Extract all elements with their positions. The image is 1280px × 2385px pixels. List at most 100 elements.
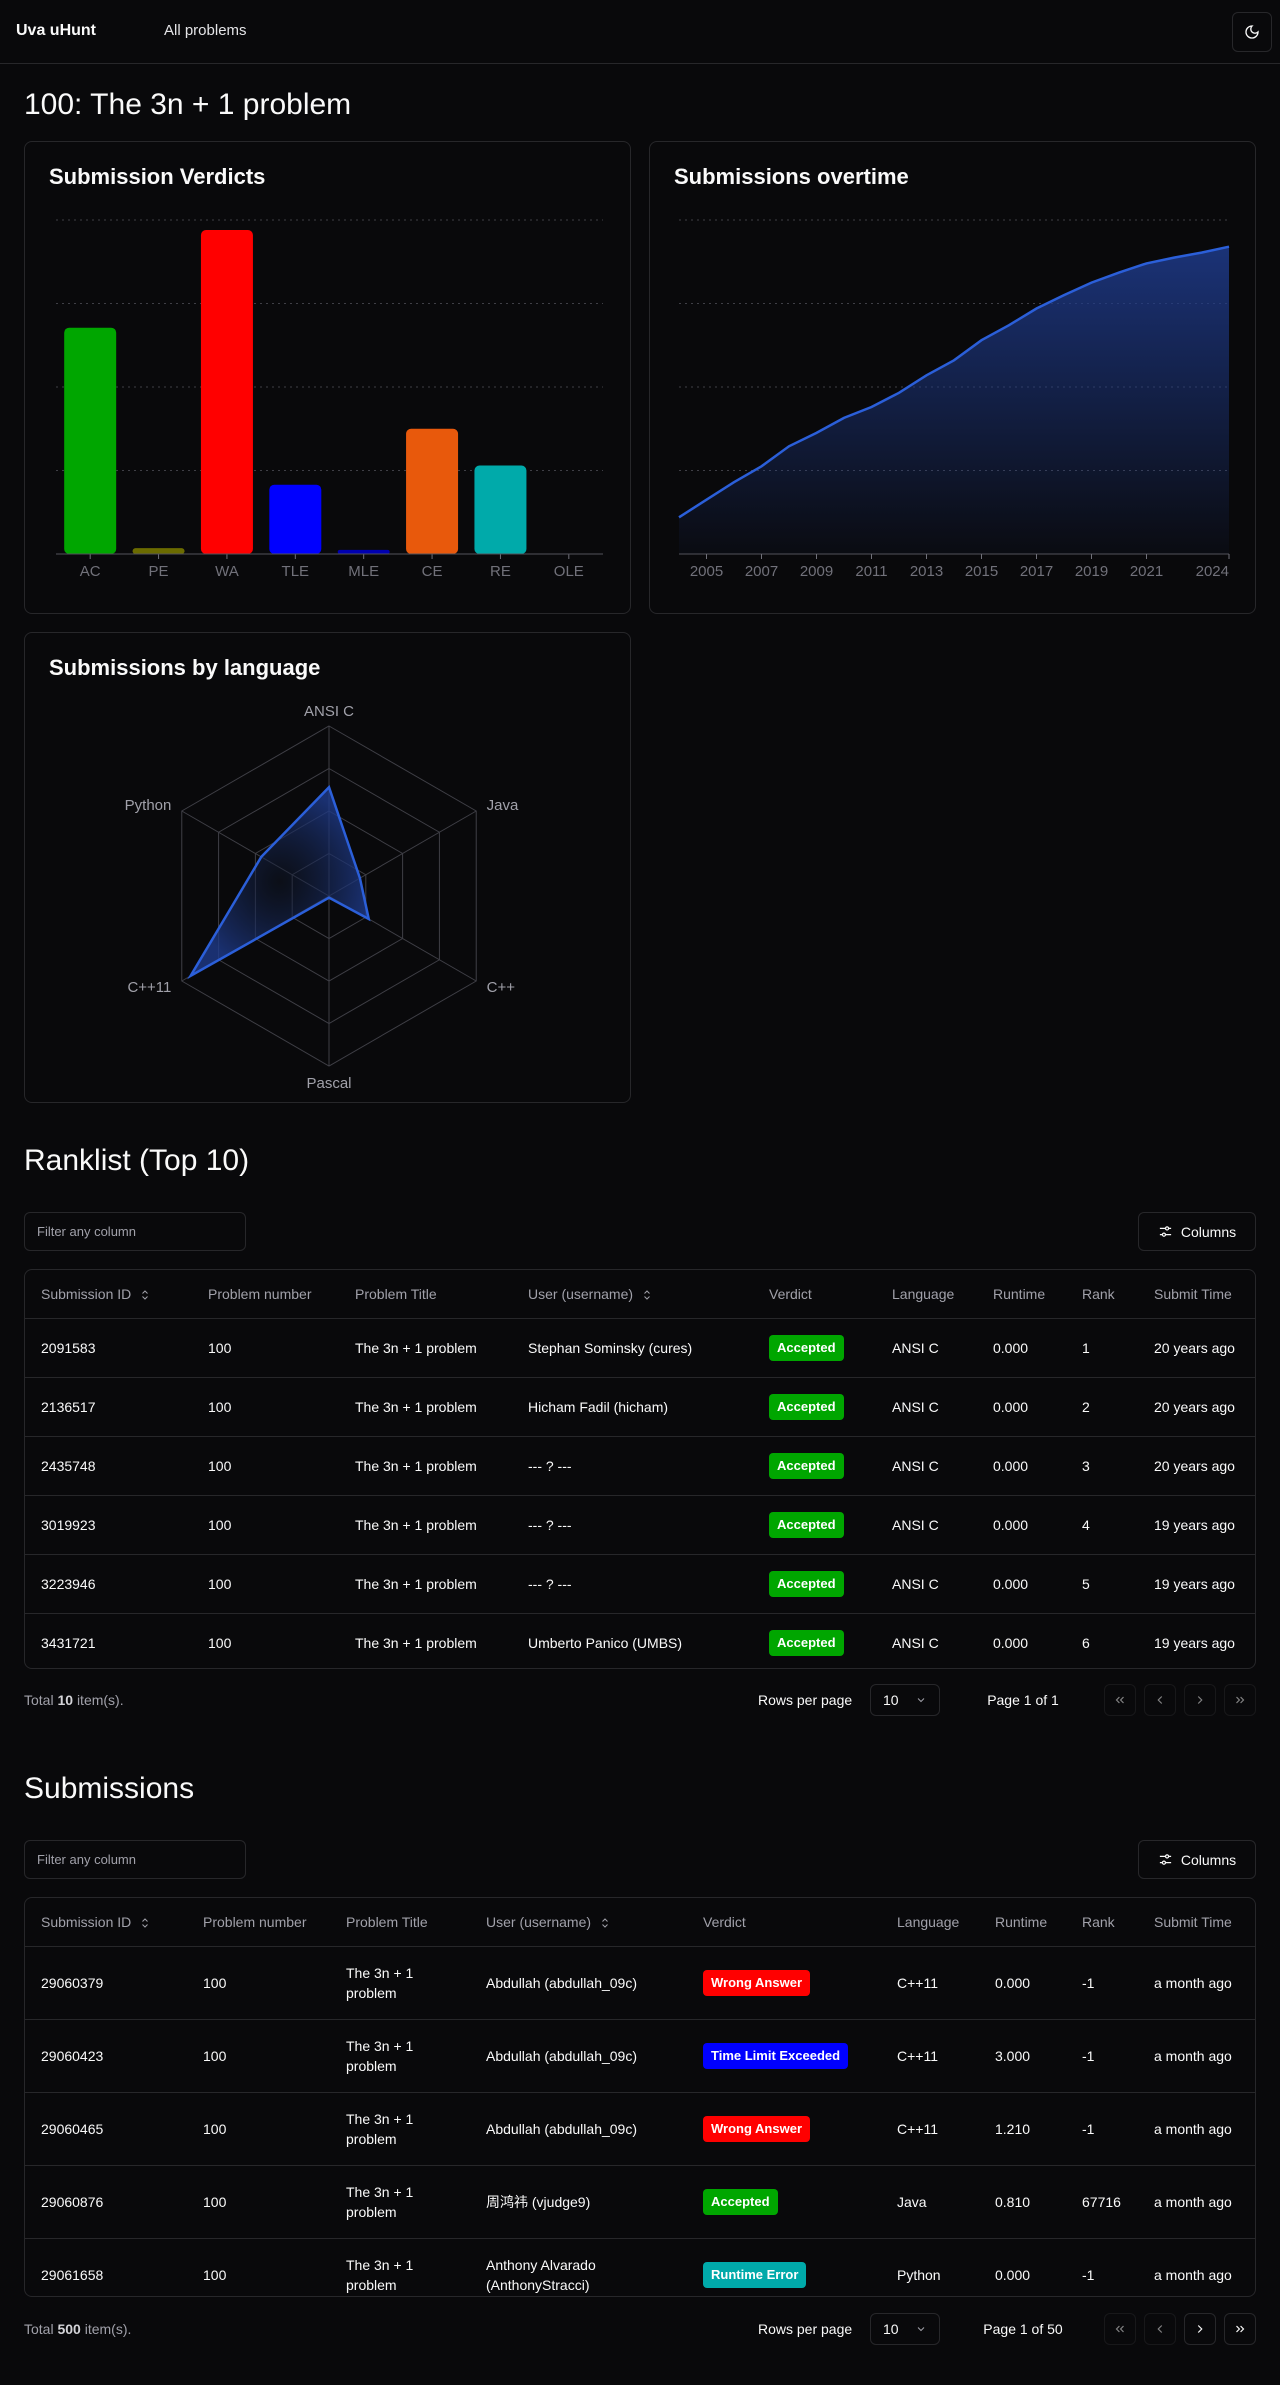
column-header-label: Rank (1082, 1285, 1115, 1302)
column-header-submission-id[interactable]: Submission ID (25, 1898, 187, 1947)
bar-pe[interactable] (132, 548, 185, 554)
x-tick-label: 2017 (1020, 563, 1053, 580)
cell-text: 1.210 (995, 2120, 1031, 2137)
cell-problem-number: 100 (187, 2019, 330, 2093)
column-header-user-username[interactable]: User (username) (512, 1270, 753, 1319)
rows-per-page-select[interactable]: 10 (870, 2313, 940, 2345)
bar-ac[interactable] (64, 327, 117, 554)
cell-text: The 3n + 1 problem (346, 2256, 414, 2293)
cell-text: a month ago (1154, 2047, 1232, 2064)
cell-problem-title: The 3n + 1 problem (339, 1613, 512, 1668)
cell-text: 100 (203, 1974, 227, 1991)
ranklist-columns-button[interactable]: Columns (1138, 1212, 1256, 1251)
column-header-submission-id[interactable]: Submission ID (25, 1270, 192, 1319)
cell-submission-id: 2435748 (25, 1436, 192, 1496)
x-tick-label: 2019 (1075, 563, 1108, 580)
cell-submit-time: a month ago (1138, 2165, 1255, 2239)
cell-submit-time: a month ago (1138, 2019, 1255, 2093)
table-row: 29060379 100 The 3n + 1 problem Abdullah (a… (25, 1946, 1255, 2020)
cell-text: 100 (208, 1339, 232, 1356)
cell-problem-title: The 3n + 1 problem (330, 2238, 470, 2296)
next-page-button[interactable] (1184, 2313, 1216, 2345)
verdict-badge: Wrong Answer (703, 2115, 811, 2142)
cell-text: a month ago (1154, 2120, 1232, 2137)
bar-tle[interactable] (269, 484, 322, 554)
cell-language: ANSI C (876, 1495, 977, 1555)
last-page-button[interactable] (1224, 1684, 1256, 1716)
last-page-button[interactable] (1224, 2313, 1256, 2345)
sort-icon[interactable] (139, 1289, 151, 1301)
cell-text: Abdullah (abdullah_09c) (486, 2047, 637, 2064)
ranklist-filter-input[interactable] (24, 1212, 246, 1251)
first-page-button[interactable] (1104, 1684, 1136, 1716)
submissions-filter-input[interactable] (24, 1840, 246, 1879)
sliders-icon (1159, 1854, 1171, 1865)
sort-icon[interactable] (641, 1289, 653, 1301)
cell-text: 19 years ago (1154, 1516, 1235, 1533)
rows-per-page-select[interactable]: 10 (870, 1684, 940, 1716)
cell-rank: -1 (1066, 2092, 1138, 2166)
cell-language: Java (881, 2165, 979, 2239)
cell-verdict: Accepted (687, 2165, 881, 2239)
cell-language: ANSI C (876, 1554, 977, 1614)
theme-toggle-button[interactable] (1232, 12, 1272, 52)
brand-link[interactable]: Uva uHunt (16, 22, 96, 40)
cell-problem-title: The 3n + 1 problem (339, 1495, 512, 1555)
column-header-label: Rank (1082, 1913, 1115, 1930)
cell-user-username: 周鸿祎 (vjudge9) (470, 2165, 687, 2239)
cell-rank: -1 (1066, 2238, 1138, 2296)
cell-submission-id: 2091583 (25, 1318, 192, 1378)
cell-text: 100 (208, 1516, 232, 1533)
cell-text: 2091583 (41, 1339, 96, 1356)
cell-submission-id: 3019923 (25, 1495, 192, 1555)
x-tick-label: 2005 (690, 563, 723, 580)
verdict-badge: Accepted (769, 1570, 844, 1597)
radar-label-python: Python (125, 797, 172, 814)
column-header-label: Problem number (203, 1913, 307, 1930)
cell-submission-id: 29061658 (25, 2238, 187, 2296)
cell-text: Umberto Panico (UMBS) (528, 1634, 683, 1651)
column-header-label: Problem number (208, 1285, 312, 1302)
prev-page-button[interactable] (1144, 1684, 1176, 1716)
cell-problem-number: 100 (192, 1377, 339, 1437)
bar-mle[interactable] (337, 549, 390, 554)
submissions-columns-button[interactable]: Columns (1138, 1840, 1256, 1879)
column-header-user-username[interactable]: User (username) (470, 1898, 687, 1947)
column-header-verdict: Verdict (753, 1270, 876, 1319)
cell-rank: -1 (1066, 2019, 1138, 2093)
cell-text: 3223946 (41, 1575, 96, 1592)
cell-problem-number: 100 (187, 1946, 330, 2020)
cell-text: 0.000 (993, 1516, 1029, 1533)
column-header-rank: Rank (1066, 1270, 1138, 1319)
cell-submit-time: a month ago (1138, 1946, 1255, 2020)
table-row: 2091583 100 The 3n + 1 problem Stephan Somi… (25, 1318, 1255, 1378)
cell-text: -1 (1082, 1974, 1095, 1991)
cell-text: 100 (208, 1634, 232, 1651)
cell-rank: 5 (1066, 1554, 1138, 1614)
cell-runtime: 1.210 (979, 2092, 1066, 2166)
nav-all-problems[interactable]: All problems (164, 22, 247, 39)
bar-wa[interactable] (200, 230, 253, 554)
column-header-rank: Rank (1066, 1898, 1138, 1947)
cell-text: Abdullah (abdullah_09c) (486, 1974, 637, 1991)
cell-submission-id: 3223946 (25, 1554, 192, 1614)
next-page-button[interactable] (1184, 1684, 1216, 1716)
cell-text: The 3n + 1 problem (355, 1339, 477, 1356)
cell-runtime: 3.000 (979, 2019, 1066, 2093)
bar-re[interactable] (474, 465, 527, 554)
cell-verdict: Wrong Answer (687, 2092, 881, 2166)
first-page-button[interactable] (1104, 2313, 1136, 2345)
cell-text: The 3n + 1 problem (355, 1516, 477, 1533)
sort-icon[interactable] (139, 1917, 151, 1929)
sort-icon[interactable] (599, 1917, 611, 1929)
cell-text: 5 (1082, 1575, 1090, 1592)
page-info: Page 1 of 50 (983, 2321, 1063, 2337)
cell-text: ANSI C (892, 1398, 939, 1415)
bar-ce[interactable] (406, 428, 459, 554)
x-tick-label: 2024 (1196, 563, 1229, 580)
x-tick-label: 2009 (800, 563, 833, 580)
table-row: 29060423 100 The 3n + 1 problem Abdullah (a… (25, 2019, 1255, 2093)
cell-text: 周鸿祎 (vjudge9) (486, 2193, 591, 2210)
prev-page-button[interactable] (1144, 2313, 1176, 2345)
column-header-label: Problem Title (355, 1285, 437, 1302)
